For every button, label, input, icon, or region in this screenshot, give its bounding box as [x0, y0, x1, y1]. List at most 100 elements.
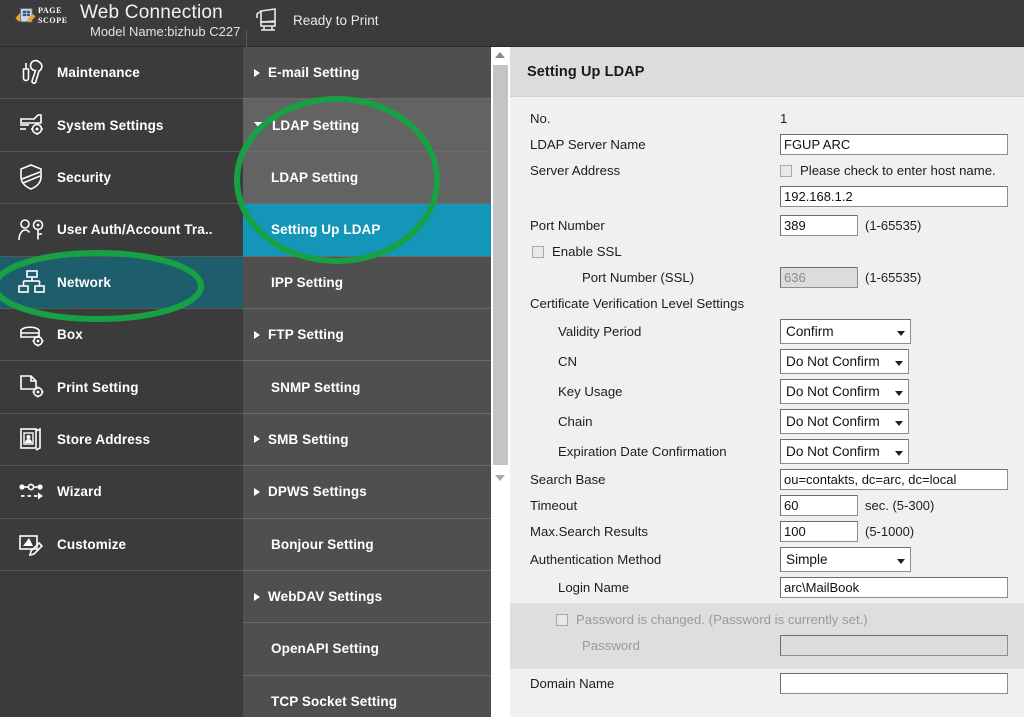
authentication-method-select[interactable]: Simple — [780, 547, 911, 572]
chevron-down-icon — [897, 331, 905, 336]
nav-item-ldap-setting-group[interactable]: LDAP Setting — [243, 99, 491, 151]
enable-ssl-checkbox[interactable] — [532, 246, 544, 258]
host-name-checkbox[interactable] — [780, 165, 792, 177]
chevron-down-icon — [254, 122, 264, 128]
form-row-no: No. 1 — [530, 108, 1010, 129]
nav-item-email-setting[interactable]: E-mail Setting — [243, 47, 491, 99]
form-row-expiration-date: Expiration Date Confirmation Do Not Conf… — [530, 439, 1010, 464]
nav-item-label: TCP Socket Setting — [271, 694, 397, 709]
scroll-up-arrow-icon[interactable] — [495, 52, 505, 58]
cn-select[interactable]: Do Not Confirm — [780, 349, 909, 374]
chain-select[interactable]: Do Not Confirm — [780, 409, 909, 434]
port-number-input[interactable] — [780, 215, 858, 236]
sidebar-item-network[interactable]: Network — [0, 257, 243, 309]
nav-item-dpws-settings[interactable]: DPWS Settings — [243, 466, 491, 518]
app-header: PAGE SCOPE Web Connection Model Name:biz… — [0, 0, 1024, 47]
printer-icon — [255, 7, 283, 33]
validity-period-select[interactable]: Confirm — [780, 319, 911, 344]
scroll-down-arrow-icon[interactable] — [495, 475, 505, 481]
app-title: Web Connection — [80, 2, 240, 23]
secondary-nav: E-mail Setting LDAP Setting LDAP Setting… — [243, 47, 491, 717]
login-name-input[interactable] — [780, 577, 1008, 598]
host-name-checkbox-group[interactable]: Please check to enter host name. — [780, 163, 996, 178]
nav-item-label: Bonjour Setting — [271, 537, 374, 552]
form-row-cert-section: Certificate Verification Level Settings — [530, 293, 1010, 314]
nav-item-label: IPP Setting — [271, 275, 343, 290]
chevron-right-icon — [254, 69, 260, 77]
ldap-server-name-input[interactable] — [780, 134, 1008, 155]
search-base-input[interactable] — [780, 469, 1008, 490]
password-changed-checkbox-group[interactable]: Password is changed. (Password is curren… — [530, 612, 868, 627]
brand-text: Web Connection Model Name:bizhub C227 — [80, 2, 240, 40]
timeout-input[interactable] — [780, 495, 858, 516]
nav-item-label: SMB Setting — [268, 432, 349, 447]
nav-item-label: LDAP Setting — [271, 170, 358, 185]
sidebar-item-label: Maintenance — [57, 65, 140, 80]
nav-item-webdav-settings[interactable]: WebDAV Settings — [243, 571, 491, 623]
sidebar-item-box[interactable]: Box — [0, 309, 243, 361]
ldap-server-name-label: LDAP Server Name — [530, 137, 780, 152]
sidebar-item-customize[interactable]: Customize — [0, 519, 243, 571]
form-row-ssl-port: Port Number (SSL) (1-65535) — [530, 267, 1010, 288]
sidebar-item-label: System Settings — [57, 118, 164, 133]
nav-item-ipp-setting[interactable]: IPP Setting — [243, 257, 491, 309]
form-row-timeout: Timeout sec. (5-300) — [530, 495, 1010, 516]
form-row-cn: CN Do Not Confirm — [530, 349, 1010, 374]
form-row-auth-method: Authentication Method Simple — [530, 547, 1010, 572]
pagescope-logo-icon: PAGE SCOPE — [14, 5, 76, 29]
enable-ssl-label: Enable SSL — [552, 244, 622, 259]
sidebar-item-wizard[interactable]: Wizard — [0, 466, 243, 518]
form-row-login-name: Login Name — [530, 577, 1010, 598]
server-address-input[interactable] — [780, 186, 1008, 207]
header-divider — [246, 30, 247, 47]
address-book-icon — [17, 425, 57, 453]
scrollbar-thumb[interactable] — [493, 65, 508, 465]
sidebar-item-label: Print Setting — [57, 380, 139, 395]
sidebar-item-print-setting[interactable]: Print Setting — [0, 361, 243, 413]
timeout-label: Timeout — [530, 498, 780, 513]
nav-item-smb-setting[interactable]: SMB Setting — [243, 414, 491, 466]
nav-item-label: OpenAPI Setting — [271, 641, 379, 656]
nav-item-tcp-socket-setting[interactable]: TCP Socket Setting — [243, 676, 491, 717]
chain-label: Chain — [530, 414, 780, 429]
password-input[interactable] — [780, 635, 1008, 656]
print-gear-icon — [17, 373, 57, 401]
nav-scrollbar[interactable] — [491, 47, 510, 717]
nav-item-label: SNMP Setting — [271, 380, 360, 395]
ssl-port-label: Port Number (SSL) — [530, 270, 780, 285]
sidebar-item-security[interactable]: Security — [0, 152, 243, 204]
key-usage-value: Do Not Confirm — [786, 384, 880, 399]
authentication-method-label: Authentication Method — [530, 552, 780, 567]
enable-ssl-checkbox-group[interactable]: Enable SSL — [530, 244, 622, 259]
domain-name-input[interactable] — [780, 673, 1008, 694]
key-usage-select[interactable]: Do Not Confirm — [780, 379, 909, 404]
cn-label: CN — [530, 354, 780, 369]
form-row-port-number: Port Number (1-65535) — [530, 215, 1010, 236]
form-row-key-usage: Key Usage Do Not Confirm — [530, 379, 1010, 404]
main-content: Setting Up LDAP No. 1 LDAP Server Name S… — [510, 47, 1024, 717]
sidebar-item-maintenance[interactable]: Maintenance — [0, 47, 243, 99]
nav-item-bonjour-setting[interactable]: Bonjour Setting — [243, 519, 491, 571]
max-search-results-input[interactable] — [780, 521, 858, 542]
nav-item-label: LDAP Setting — [272, 118, 359, 133]
form-row-server-address-value — [530, 186, 1010, 207]
expiration-date-select[interactable]: Do Not Confirm — [780, 439, 909, 464]
nav-item-ldap-setting[interactable]: LDAP Setting — [243, 152, 491, 204]
chevron-down-icon — [895, 451, 903, 456]
login-name-label: Login Name — [530, 580, 780, 595]
sidebar-item-store-address[interactable]: Store Address — [0, 414, 243, 466]
nav-item-openapi-setting[interactable]: OpenAPI Setting — [243, 623, 491, 675]
form-row-chain: Chain Do Not Confirm — [530, 409, 1010, 434]
sidebar-item-user-auth[interactable]: User Auth/Account Tra.. — [0, 204, 243, 256]
nav-item-ftp-setting[interactable]: FTP Setting — [243, 309, 491, 361]
password-changed-checkbox[interactable] — [556, 614, 568, 626]
ssl-port-input[interactable] — [780, 267, 858, 288]
password-section: Password is changed. (Password is curren… — [510, 603, 1024, 669]
ldap-settings-form: No. 1 LDAP Server Name Server Address Pl… — [510, 97, 1024, 694]
user-key-icon — [17, 216, 57, 244]
form-row-server-name: LDAP Server Name — [530, 134, 1010, 155]
nav-item-snmp-setting[interactable]: SNMP Setting — [243, 361, 491, 413]
pagescope-wordmark: PAGE SCOPE — [38, 6, 68, 26]
nav-item-setting-up-ldap[interactable]: Setting Up LDAP — [243, 204, 491, 256]
sidebar-item-system-settings[interactable]: System Settings — [0, 99, 243, 151]
